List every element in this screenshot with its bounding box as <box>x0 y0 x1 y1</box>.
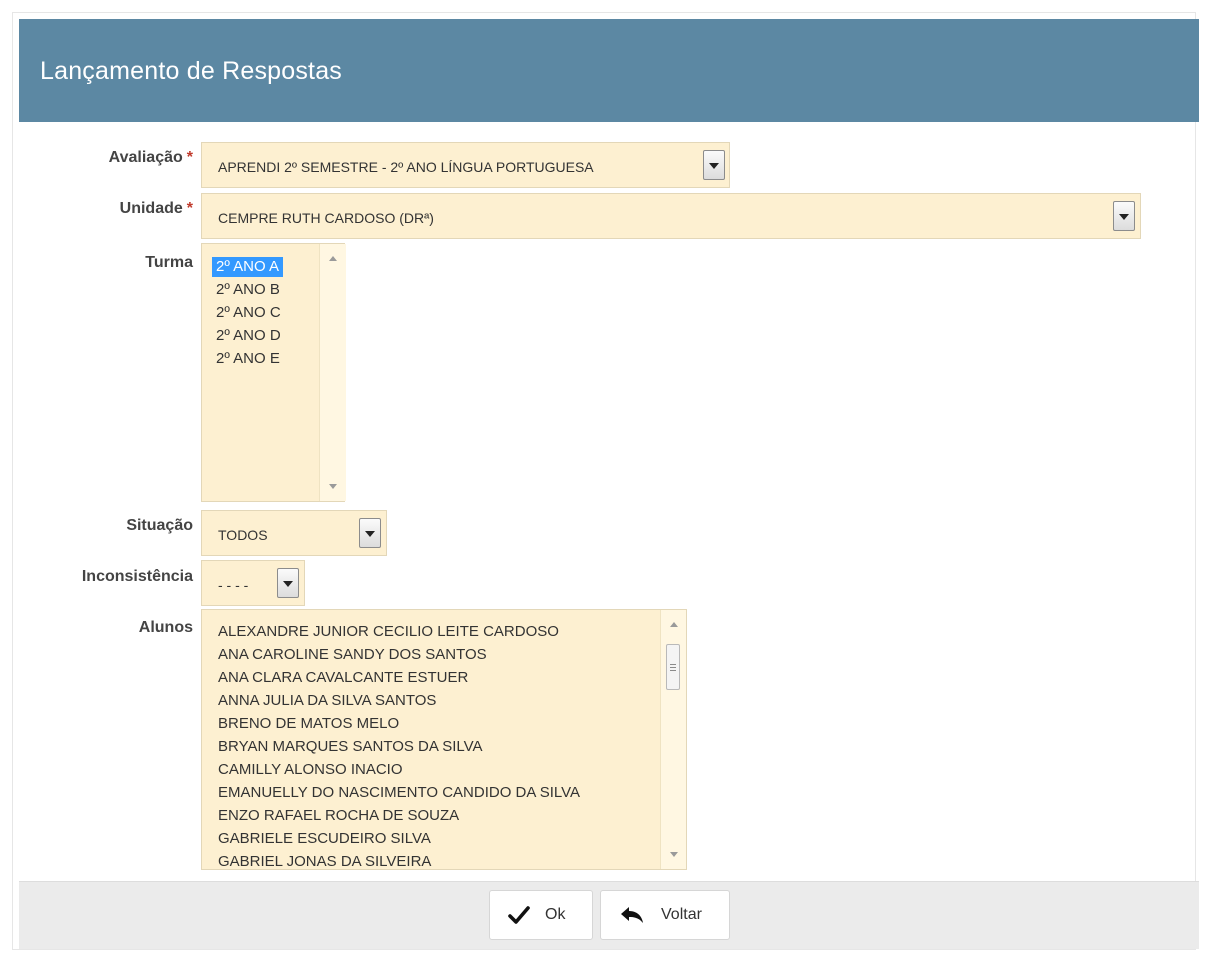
check-icon <box>508 906 530 924</box>
chevron-down-icon <box>1119 214 1129 220</box>
aluno-option[interactable]: BRYAN MARQUES SANTOS DA SILVA <box>218 737 483 757</box>
aluno-option[interactable]: ENZO RAFAEL ROCHA DE SOUZA <box>218 806 459 826</box>
alunos-listbox[interactable]: ALEXANDRE JUNIOR CECILIO LEITE CARDOSO A… <box>201 609 687 870</box>
situacao-select-value: TODOS <box>218 527 268 543</box>
unidade-dropdown-button[interactable] <box>1113 201 1135 231</box>
scroll-up-arrow-icon[interactable] <box>329 256 337 261</box>
turma-option[interactable]: 2º ANO C <box>216 303 281 323</box>
avaliacao-label-text: Avaliação <box>108 149 183 166</box>
unidade-select[interactable]: CEMPRE RUTH CARDOSO (DRª) <box>201 193 1141 239</box>
scrollbar-thumb[interactable] <box>666 644 680 690</box>
aluno-option[interactable]: ALEXANDRE JUNIOR CECILIO LEITE CARDOSO <box>218 622 559 642</box>
inconsistencia-label: Inconsistência <box>81 568 193 585</box>
aluno-option[interactable]: BRENO DE MATOS MELO <box>218 714 399 734</box>
page-title: Lançamento de Respostas <box>40 57 343 85</box>
turma-option[interactable]: 2º ANO E <box>216 349 280 369</box>
ok-button[interactable]: Ok <box>489 890 593 940</box>
aluno-option[interactable]: ANA CLARA CAVALCANTE ESTUER <box>218 668 468 688</box>
avaliacao-label: Avaliação * <box>109 149 193 167</box>
page-header: Lançamento de Respostas <box>19 19 1199 122</box>
voltar-button-label: Voltar <box>661 906 702 923</box>
unidade-label: Unidade * <box>120 200 193 218</box>
avaliacao-dropdown-button[interactable] <box>703 150 725 180</box>
aluno-option[interactable]: EMANUELLY DO NASCIMENTO CANDIDO DA SILVA <box>218 783 580 803</box>
unidade-select-value: CEMPRE RUTH CARDOSO (DRª) <box>218 210 434 226</box>
scroll-up-arrow-icon[interactable] <box>670 622 678 627</box>
alunos-scrollbar[interactable] <box>660 610 686 869</box>
situacao-select[interactable]: TODOS <box>201 510 387 556</box>
aluno-option[interactable]: GABRIEL JONAS DA SILVEIRA <box>218 852 431 869</box>
unidade-label-text: Unidade <box>119 200 183 217</box>
turma-listbox[interactable]: 2º ANO A 2º ANO B 2º ANO C 2º ANO D 2º A… <box>201 243 346 502</box>
voltar-button[interactable]: Voltar <box>600 890 730 940</box>
avaliacao-select-value: APRENDI 2º SEMESTRE - 2º ANO LÍNGUA PORT… <box>218 159 594 175</box>
situacao-label: Situação <box>126 517 193 534</box>
inconsistencia-select[interactable]: - - - - <box>201 560 305 606</box>
required-mark: * <box>186 200 193 217</box>
situacao-dropdown-button[interactable] <box>359 518 381 548</box>
avaliacao-select[interactable]: APRENDI 2º SEMESTRE - 2º ANO LÍNGUA PORT… <box>201 142 730 188</box>
scroll-down-arrow-icon[interactable] <box>670 852 678 857</box>
scroll-down-arrow-icon[interactable] <box>329 484 337 489</box>
required-mark: * <box>186 149 193 166</box>
grip-line <box>670 670 676 671</box>
chevron-down-icon <box>283 581 293 587</box>
reply-arrow-icon <box>621 907 643 923</box>
aluno-option[interactable]: ANNA JULIA DA SILVA SANTOS <box>218 691 436 711</box>
alunos-label: Alunos <box>138 619 193 636</box>
aluno-option[interactable]: CAMILLY ALONSO INACIO <box>218 760 403 780</box>
turma-option[interactable]: 2º ANO A <box>212 257 284 277</box>
turma-scrollbar[interactable] <box>319 244 346 501</box>
aluno-option[interactable]: GABRIELE ESCUDEIRO SILVA <box>218 829 431 849</box>
grip-line <box>670 664 676 665</box>
chevron-down-icon <box>709 163 719 169</box>
turma-option[interactable]: 2º ANO B <box>216 280 280 300</box>
inconsistencia-select-value: - - - - <box>218 577 249 593</box>
chevron-down-icon <box>365 531 375 537</box>
grip-line <box>670 667 676 668</box>
inconsistencia-dropdown-button[interactable] <box>277 568 299 598</box>
ok-button-label: Ok <box>545 906 566 923</box>
turma-option[interactable]: 2º ANO D <box>216 326 281 346</box>
aluno-option[interactable]: ANA CAROLINE SANDY DOS SANTOS <box>218 645 487 665</box>
turma-label: Turma <box>145 254 193 271</box>
